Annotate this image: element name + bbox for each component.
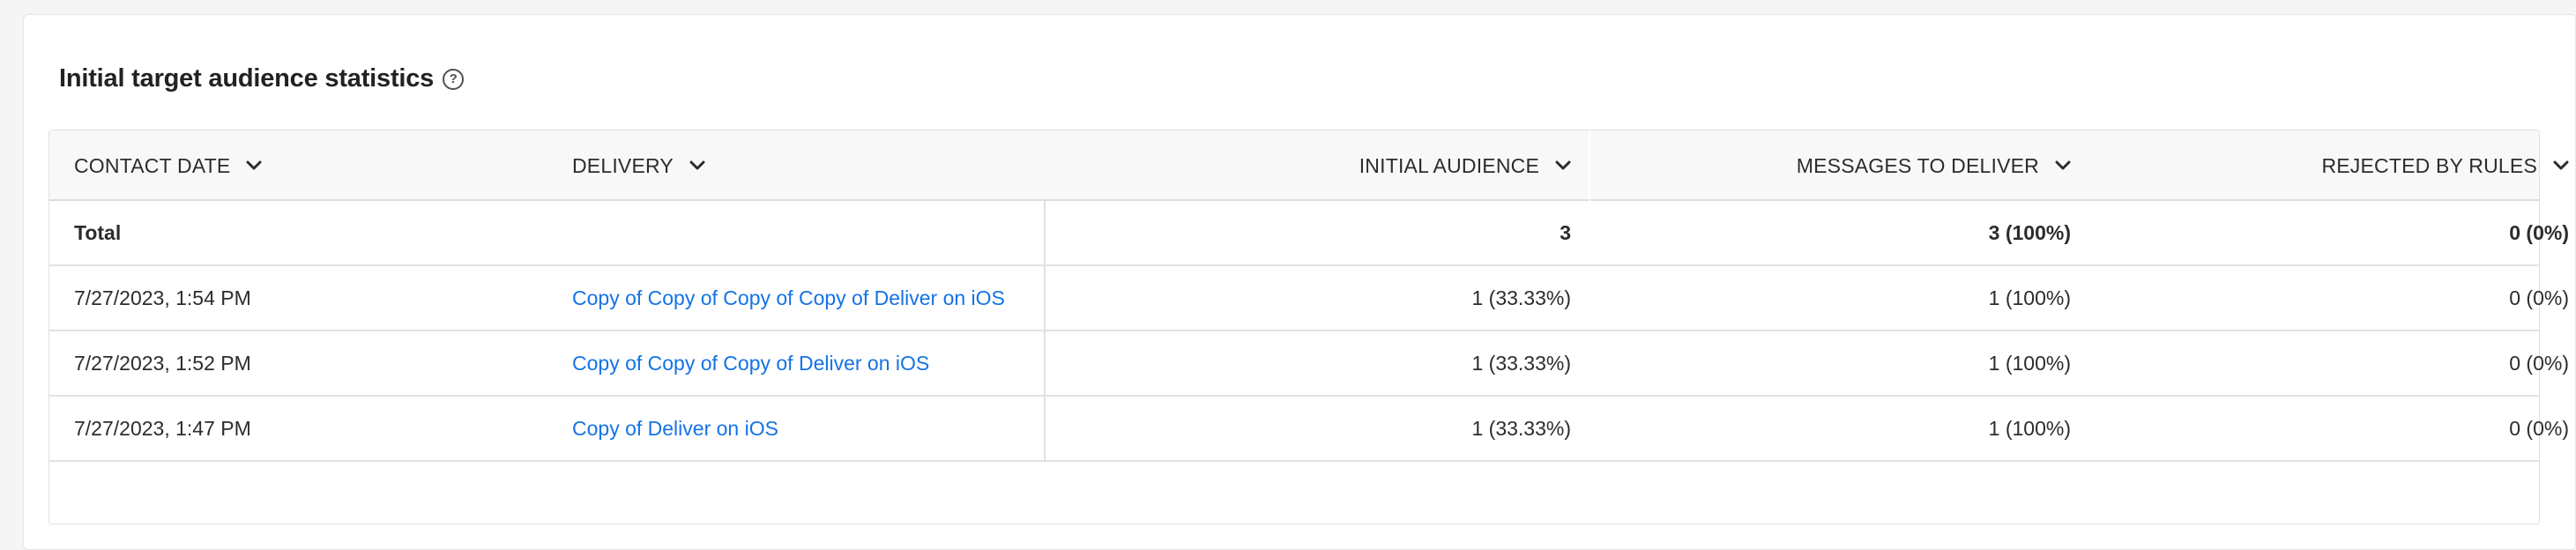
delivery-link[interactable]: Copy of Deliver on iOS — [572, 397, 1039, 460]
table-row: 7/27/2023, 1:54 PM Copy of Copy of Copy … — [49, 266, 2569, 331]
column-header-messages-to-deliver[interactable]: MESSAGES TO DELIVER — [1592, 130, 2071, 201]
column-header-initial-audience[interactable]: INITIAL AUDIENCE — [1046, 130, 1571, 201]
chevron-down-icon[interactable] — [1555, 158, 1571, 174]
messages-to-deliver-cell: 1 (100%) — [1988, 286, 2071, 309]
contact-date-cell: 7/27/2023, 1:54 PM — [74, 286, 251, 309]
rejected-by-rules-cell: 0 (0%) — [2509, 416, 2569, 440]
help-circle-icon[interactable]: ? — [443, 68, 465, 90]
rejected-by-rules-cell: 0 (0%) — [2509, 286, 2569, 309]
initial-audience-cell: 1 (33.33%) — [1471, 416, 1571, 440]
total-initial-audience: 3 — [1560, 220, 1571, 244]
initial-audience-cell: 1 (33.33%) — [1471, 286, 1571, 309]
total-rejected-by-rules: 0 (0%) — [2509, 220, 2569, 244]
contact-date-cell: 7/27/2023, 1:52 PM — [74, 351, 251, 375]
chevron-down-icon[interactable] — [246, 158, 262, 174]
table-header: CONTACT DATE DELIVERY INITIAL AUDIENCE M — [49, 130, 2569, 201]
rejected-by-rules-cell: 0 (0%) — [2509, 351, 2569, 375]
column-header-label: INITIAL AUDIENCE — [1359, 153, 1539, 177]
column-divider — [1044, 201, 1046, 462]
column-header-label: CONTACT DATE — [74, 153, 231, 177]
chevron-down-icon[interactable] — [689, 158, 705, 174]
delivery-link[interactable]: Copy of Copy of Copy of Deliver on iOS — [572, 331, 1039, 395]
panel-title: Initial target audience statistics ? — [59, 64, 465, 93]
statistics-table: CONTACT DATE DELIVERY INITIAL AUDIENCE M — [48, 130, 2569, 524]
panel-title-text: Initial target audience statistics — [59, 64, 435, 93]
total-messages-to-deliver: 3 (100%) — [1988, 220, 2071, 244]
column-header-label: REJECTED BY RULES — [2321, 153, 2537, 177]
messages-to-deliver-cell: 1 (100%) — [1988, 351, 2071, 375]
column-header-contact-date[interactable]: CONTACT DATE — [74, 130, 568, 201]
column-header-rejected-by-rules[interactable]: REJECTED BY RULES — [2095, 130, 2569, 201]
column-header-delivery[interactable]: DELIVERY — [572, 130, 1031, 201]
statistics-panel: Initial target audience statistics ? CON… — [23, 14, 2576, 550]
table-row-total: Total 3 3 (100%) 0 (0%) — [49, 201, 2569, 266]
chevron-down-icon[interactable] — [2055, 158, 2071, 174]
initial-audience-cell: 1 (33.33%) — [1471, 351, 1571, 375]
messages-to-deliver-cell: 1 (100%) — [1988, 416, 2071, 440]
chevron-down-icon[interactable] — [2553, 158, 2569, 174]
table-row: 7/27/2023, 1:52 PM Copy of Copy of Copy … — [49, 331, 2569, 397]
contact-date-cell: 7/27/2023, 1:47 PM — [74, 416, 251, 440]
column-separator — [1589, 130, 1590, 201]
delivery-link[interactable]: Copy of Copy of Copy of Copy of Deliver … — [572, 266, 1039, 330]
total-delivery — [572, 201, 1031, 264]
table-row: 7/27/2023, 1:47 PM Copy of Deliver on iO… — [49, 397, 2569, 462]
total-label: Total — [74, 220, 122, 244]
column-header-label: MESSAGES TO DELIVER — [1796, 153, 2039, 177]
column-header-label: DELIVERY — [572, 153, 674, 177]
